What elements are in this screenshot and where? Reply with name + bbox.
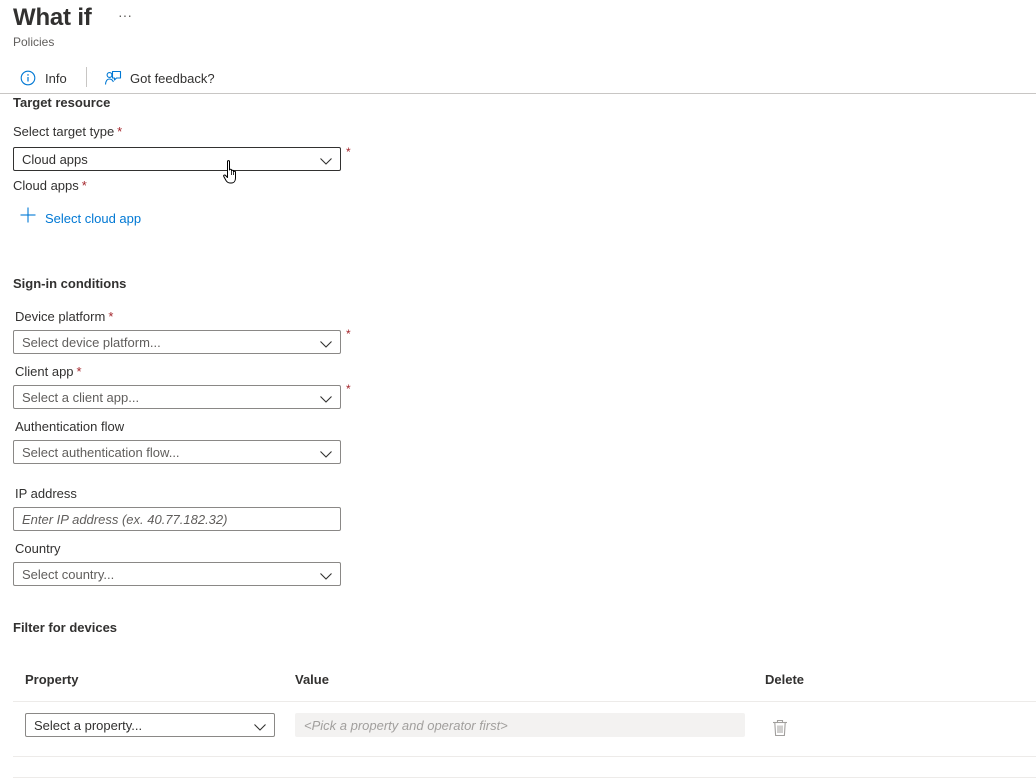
target-type-value: Cloud apps bbox=[22, 152, 88, 167]
cloud-apps-label: Cloud apps * bbox=[13, 178, 87, 193]
chevron-down-icon bbox=[320, 392, 332, 407]
target-resource-heading: Target resource bbox=[13, 95, 111, 110]
chevron-down-icon bbox=[320, 447, 332, 462]
country-placeholder: Select country... bbox=[22, 567, 115, 582]
client-app-required-marker: * bbox=[346, 382, 351, 396]
target-type-label: Select target type * bbox=[13, 124, 123, 139]
device-platform-dropdown[interactable]: Select device platform... bbox=[13, 330, 341, 354]
page-title: What if bbox=[13, 4, 92, 31]
auth-flow-placeholder: Select authentication flow... bbox=[22, 445, 180, 460]
property-dropdown[interactable]: Select a property... bbox=[25, 713, 275, 737]
chevron-down-icon bbox=[320, 337, 332, 352]
client-app-placeholder: Select a client app... bbox=[22, 390, 140, 405]
client-app-label: Client app * bbox=[15, 364, 82, 379]
property-placeholder: Select a property... bbox=[34, 718, 143, 733]
client-app-dropdown[interactable]: Select a client app... bbox=[13, 385, 341, 409]
table-bottom-divider bbox=[13, 777, 1036, 778]
chevron-down-icon bbox=[254, 720, 266, 735]
ip-address-field[interactable] bbox=[13, 507, 341, 531]
device-platform-label: Device platform * bbox=[15, 309, 114, 324]
chevron-down-icon bbox=[320, 154, 332, 169]
select-cloud-app-link[interactable]: Select cloud app bbox=[20, 207, 141, 226]
plus-icon bbox=[20, 207, 36, 226]
delete-row-button[interactable] bbox=[772, 719, 788, 737]
info-icon bbox=[20, 70, 36, 86]
column-header-delete: Delete bbox=[765, 672, 805, 687]
auth-flow-label: Authentication flow bbox=[15, 419, 125, 434]
auth-flow-dropdown[interactable]: Select authentication flow... bbox=[13, 440, 341, 464]
country-dropdown[interactable]: Select country... bbox=[13, 562, 341, 586]
hand-pointer-cursor-icon bbox=[222, 159, 242, 190]
device-platform-placeholder: Select device platform... bbox=[22, 335, 161, 350]
table-row-divider bbox=[13, 756, 1036, 757]
column-header-property: Property bbox=[25, 672, 79, 687]
more-options-button[interactable]: ··· bbox=[116, 6, 134, 24]
trash-icon bbox=[772, 719, 788, 740]
chevron-down-icon bbox=[320, 569, 332, 584]
feedback-button[interactable]: Got feedback? bbox=[104, 66, 215, 90]
toolbar-divider bbox=[86, 67, 87, 87]
feedback-icon bbox=[104, 69, 122, 87]
table-header-divider bbox=[13, 701, 1036, 702]
page-subtitle: Policies bbox=[13, 35, 55, 49]
value-placeholder: <Pick a property and operator first> bbox=[304, 718, 508, 733]
column-header-value: Value bbox=[295, 672, 329, 687]
feedback-button-label: Got feedback? bbox=[130, 70, 215, 86]
command-bar: Info Got feedback? bbox=[0, 62, 1036, 94]
target-type-dropdown[interactable]: Cloud apps bbox=[13, 147, 341, 171]
select-cloud-app-label: Select cloud app bbox=[45, 211, 142, 226]
target-type-required-marker: * bbox=[346, 145, 351, 159]
device-platform-required-marker: * bbox=[346, 327, 351, 341]
ip-address-label: IP address bbox=[15, 486, 77, 501]
info-button[interactable]: Info bbox=[20, 66, 67, 90]
info-button-label: Info bbox=[45, 70, 67, 86]
ip-address-input[interactable] bbox=[14, 508, 340, 530]
country-label: Country bbox=[15, 541, 61, 556]
filter-for-devices-heading: Filter for devices bbox=[13, 620, 118, 635]
sign-in-conditions-heading: Sign-in conditions bbox=[13, 276, 127, 291]
value-field-disabled: <Pick a property and operator first> bbox=[295, 713, 745, 737]
